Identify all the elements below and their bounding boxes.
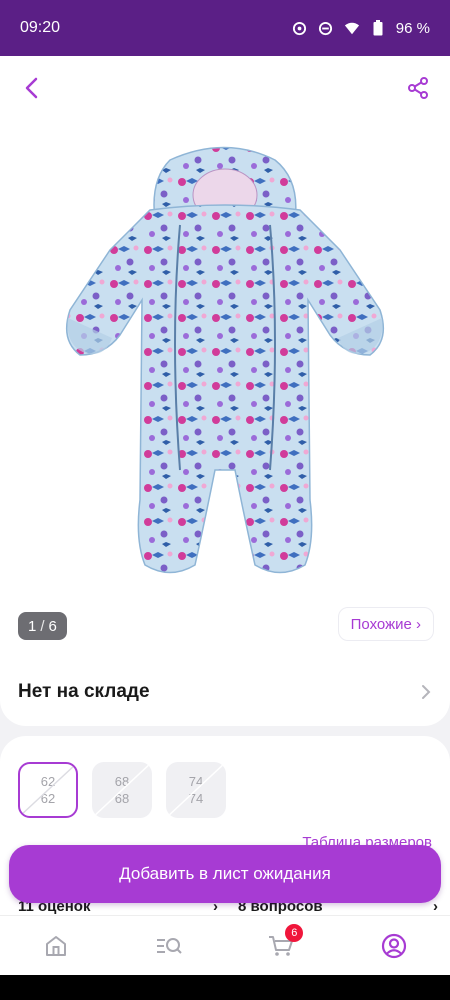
size-chip-62[interactable]: 62 62 xyxy=(18,762,78,818)
size-selector: 62 62 68 68 74 74 xyxy=(18,762,226,818)
size-chip-68[interactable]: 68 68 xyxy=(92,762,152,818)
status-bar: 09:20 96 % xyxy=(0,0,450,56)
home-icon xyxy=(46,935,67,956)
gallery-counter: 1 / 6 xyxy=(18,612,67,640)
tab-cart[interactable]: 6 xyxy=(257,922,305,970)
back-button[interactable] xyxy=(18,74,46,102)
add-to-waitlist-button[interactable]: Добавить в лист ожидания xyxy=(9,845,441,903)
gallery-current: 1 xyxy=(28,617,37,635)
stock-row[interactable]: Нет на складе xyxy=(0,662,450,722)
top-app-bar xyxy=(0,56,450,120)
strike-through xyxy=(92,762,152,818)
strike-through xyxy=(166,762,226,818)
catalog-search-icon xyxy=(156,937,182,954)
dnd-icon xyxy=(318,20,334,36)
cart-badge: 6 xyxy=(285,923,304,942)
gallery-total: 6 xyxy=(48,617,57,635)
chevron-left-icon xyxy=(25,77,38,99)
battery-icon xyxy=(370,20,386,36)
size-chip-74[interactable]: 74 74 xyxy=(166,762,226,818)
chevron-right-icon xyxy=(422,685,431,699)
tab-home[interactable] xyxy=(32,922,80,970)
profile-icon xyxy=(381,933,406,958)
similar-button[interactable]: Похожие › xyxy=(337,607,434,641)
strike-through xyxy=(20,764,76,816)
tab-profile[interactable] xyxy=(370,922,418,970)
bottom-tab-bar: 6 xyxy=(0,915,450,975)
product-image[interactable] xyxy=(40,140,410,590)
share-icon xyxy=(408,77,428,99)
share-button[interactable] xyxy=(404,74,432,102)
sync-icon xyxy=(292,20,308,36)
wifi-icon xyxy=(344,20,360,36)
system-navigation-bar xyxy=(0,975,450,1000)
stock-status: Нет на складе xyxy=(18,681,150,702)
status-time: 09:20 xyxy=(20,19,61,36)
tab-catalog[interactable] xyxy=(145,922,193,970)
gallery-separator: / xyxy=(40,617,45,635)
battery-level: 96 % xyxy=(395,19,430,37)
